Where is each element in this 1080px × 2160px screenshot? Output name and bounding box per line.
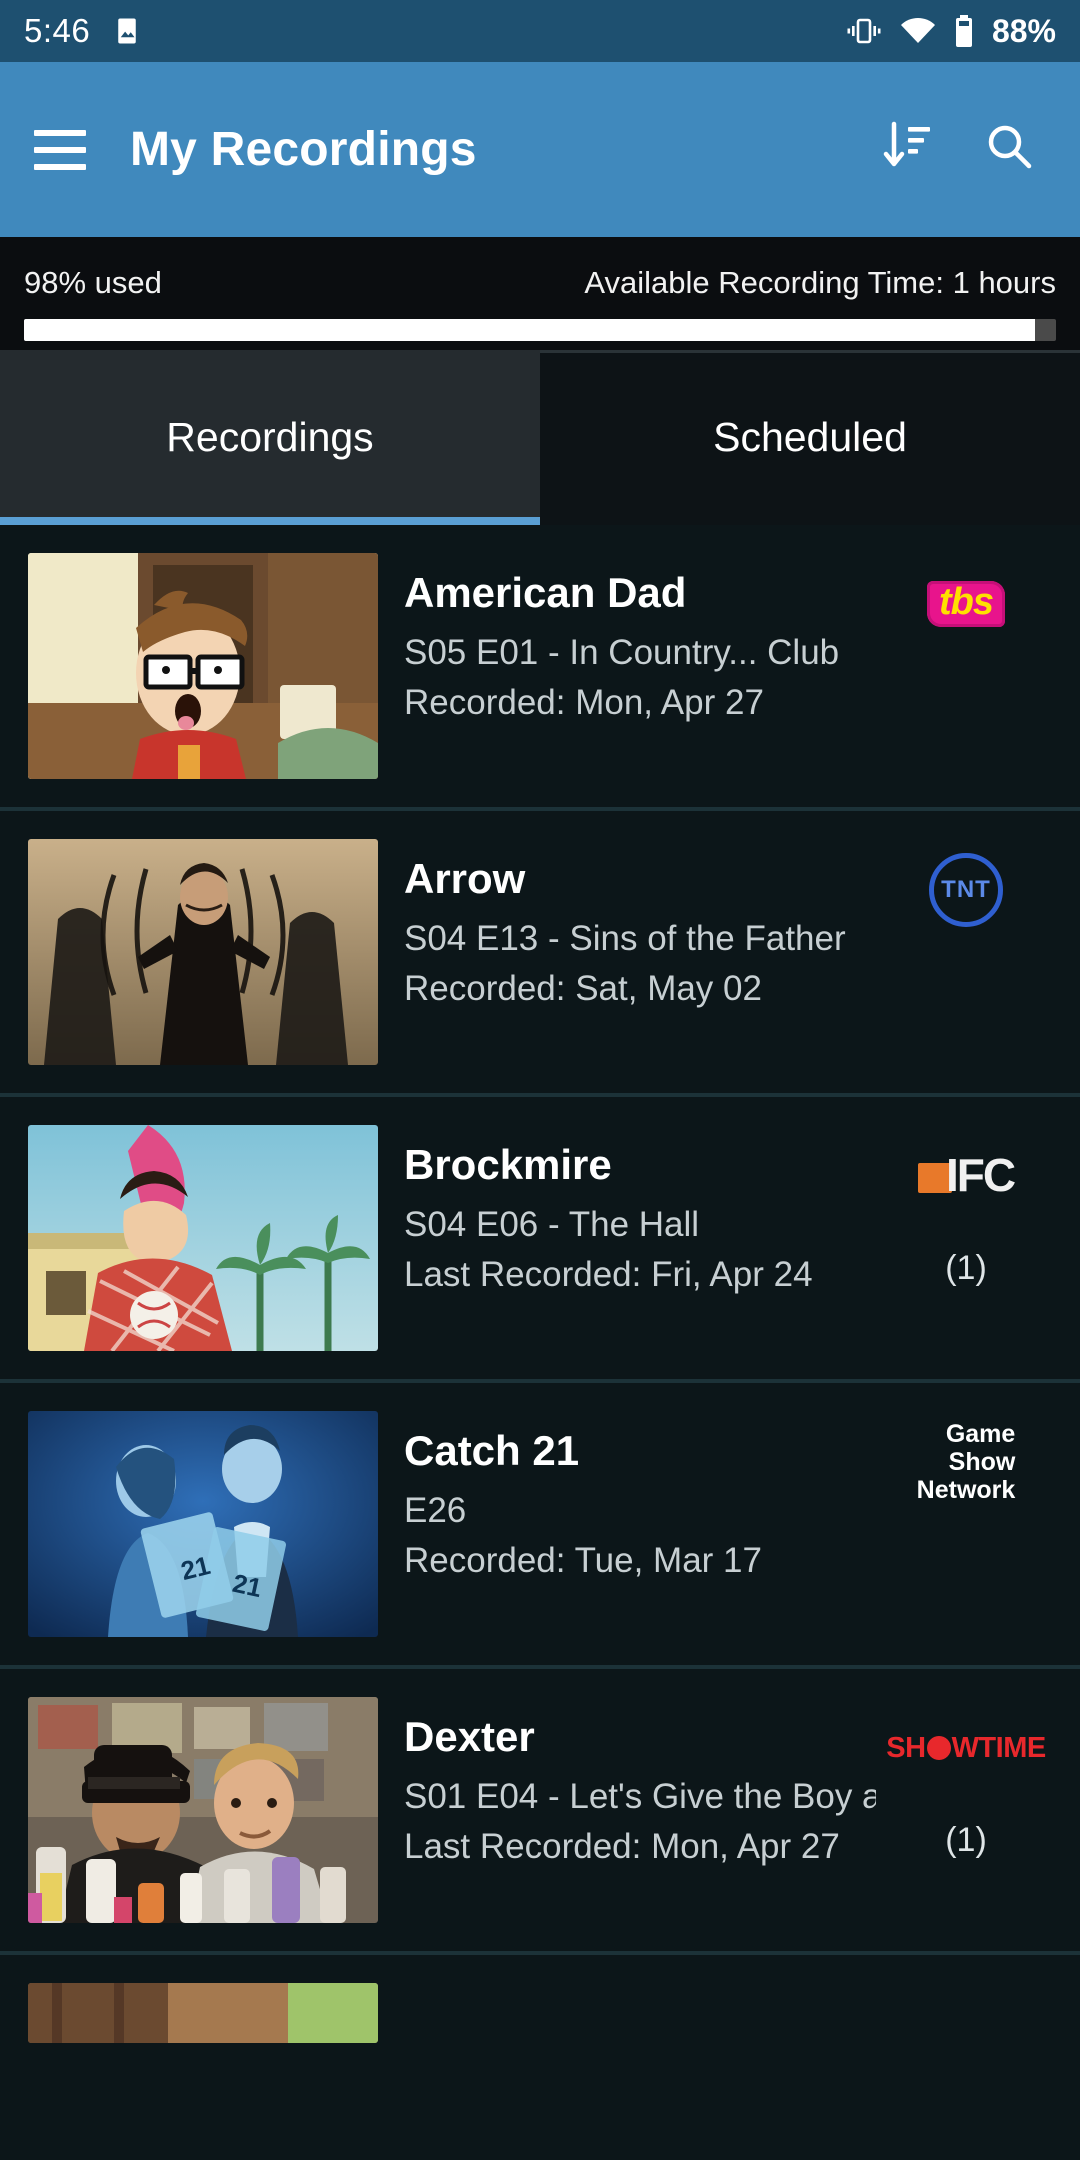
- item-meta: Catch 21 E26 Recorded: Tue, Mar 17: [378, 1411, 876, 1586]
- tab-scheduled-label: Scheduled: [713, 414, 907, 460]
- list-item[interactable]: Brockmire S04 E06 - The Hall Last Record…: [0, 1097, 1080, 1379]
- tab-recordings[interactable]: Recordings: [0, 350, 540, 525]
- show-recorded-date: Last Recorded: Mon, Apr 27: [404, 1826, 840, 1866]
- item-meta: Arrow S04 E13 - Sins of the Father Recor…: [378, 839, 876, 1014]
- show-episode: S04 E13 - Sins of the Father: [404, 919, 846, 959]
- app-bar: My Recordings: [0, 62, 1080, 237]
- list-item[interactable]: Arrow S04 E13 - Sins of the Father Recor…: [0, 811, 1080, 1093]
- recording-count: (1): [945, 1821, 987, 1859]
- show-recorded-date: Recorded: Sat, May 02: [404, 968, 762, 1008]
- tbs-logo: tbs: [927, 565, 1005, 643]
- show-episode: E26: [404, 1491, 467, 1531]
- show-title: Arrow: [404, 855, 526, 902]
- tbs-logo-text: tbs: [927, 581, 1005, 627]
- show-episode: S05 E01 - In Country... Club: [404, 633, 840, 673]
- item-right-column: tbs: [876, 553, 1056, 677]
- status-time: 5:46: [24, 12, 91, 49]
- tab-active-indicator: [0, 517, 540, 525]
- item-right-column: IFC (1): [876, 1125, 1056, 1288]
- storage-summary: 98% used Available Recording Time: 1 hou…: [0, 237, 1080, 350]
- recording-count: (1): [945, 1249, 987, 1287]
- item-right-column: Game Show Network: [876, 1411, 1056, 1535]
- game-show-network-logo: Game Show Network: [916, 1420, 1016, 1504]
- showtime-logo-dot: [926, 1736, 951, 1760]
- show-recorded-date: Last Recorded: Fri, Apr 24: [404, 1254, 813, 1294]
- tnt-logo: TNT: [929, 851, 1003, 929]
- recordings-list: American Dad S05 E01 - In Country... Clu…: [0, 525, 1080, 2043]
- showtime-logo-rest: WTIME: [951, 1731, 1047, 1764]
- show-title: Dexter: [404, 1713, 535, 1760]
- list-item[interactable]: Dexter S01 E04 - Let's Give the Boy a...…: [0, 1669, 1080, 1951]
- list-item[interactable]: American Dad S05 E01 - In Country... Clu…: [0, 525, 1080, 807]
- image-icon: [112, 16, 142, 46]
- item-meta: Dexter S01 E04 - Let's Give the Boy a...…: [378, 1697, 876, 1872]
- show-episode: S01 E04 - Let's Give the Boy a...: [404, 1777, 876, 1817]
- thumbnail: 21 21: [28, 1411, 378, 1637]
- show-title: Brockmire: [404, 1141, 612, 1188]
- available-recording-time-label: Available Recording Time: 1 hours: [584, 265, 1056, 300]
- storage-progress-fill: [24, 319, 1036, 341]
- status-bar: 5:46 88%: [0, 0, 1080, 62]
- showtime-logo-sh: SH: [886, 1731, 926, 1764]
- tab-bar: Recordings Scheduled: [0, 350, 1080, 525]
- showtime-logo: SH WTIME: [886, 1709, 1047, 1787]
- list-item[interactable]: [0, 1955, 1080, 2043]
- tnt-logo-text: TNT: [929, 853, 1003, 927]
- item-right-column: SH WTIME (1): [876, 1697, 1056, 1860]
- ifc-logo: IFC: [917, 1137, 1016, 1215]
- hamburger-menu-icon[interactable]: [34, 129, 86, 170]
- sort-descending-icon[interactable]: [882, 120, 932, 179]
- page-title: My Recordings: [130, 123, 477, 176]
- show-title: American Dad: [404, 569, 687, 616]
- tab-scheduled[interactable]: Scheduled: [540, 350, 1080, 525]
- battery-icon: [954, 15, 974, 47]
- wifi-icon: [900, 17, 936, 45]
- item-meta: [378, 1983, 876, 1997]
- show-episode: S04 E06 - The Hall: [404, 1205, 700, 1245]
- show-recorded-date: Recorded: Mon, Apr 27: [404, 682, 764, 722]
- item-meta: Brockmire S04 E06 - The Hall Last Record…: [378, 1125, 876, 1300]
- storage-progress-bar: [24, 319, 1056, 341]
- show-title: Catch 21: [404, 1427, 580, 1474]
- show-recorded-date: Recorded: Tue, Mar 17: [404, 1540, 762, 1580]
- thumbnail: [28, 1697, 378, 1923]
- svg-text:21: 21: [230, 1568, 265, 1603]
- battery-percent: 88%: [991, 12, 1056, 49]
- thumbnail: [28, 839, 378, 1065]
- item-meta: American Dad S05 E01 - In Country... Clu…: [378, 553, 876, 728]
- list-item[interactable]: 21 21 Catch 21 E26 Recorded: Tue, Mar 17…: [0, 1383, 1080, 1665]
- storage-used-label: 98% used: [24, 265, 162, 300]
- item-right-column: TNT: [876, 839, 1056, 963]
- gsn-line-3: Network: [916, 1476, 1016, 1504]
- thumbnail: [28, 1125, 378, 1351]
- item-right-column: [876, 1983, 1056, 1995]
- tab-recordings-label: Recordings: [166, 414, 374, 460]
- gsn-line-2: Show: [948, 1448, 1016, 1476]
- thumbnail: [28, 1983, 378, 2043]
- ifc-logo-text: IFC: [945, 1149, 1016, 1202]
- thumbnail: [28, 553, 378, 779]
- vibrate-icon: [846, 16, 882, 46]
- gsn-line-1: Game: [945, 1420, 1016, 1448]
- search-icon[interactable]: [984, 121, 1036, 178]
